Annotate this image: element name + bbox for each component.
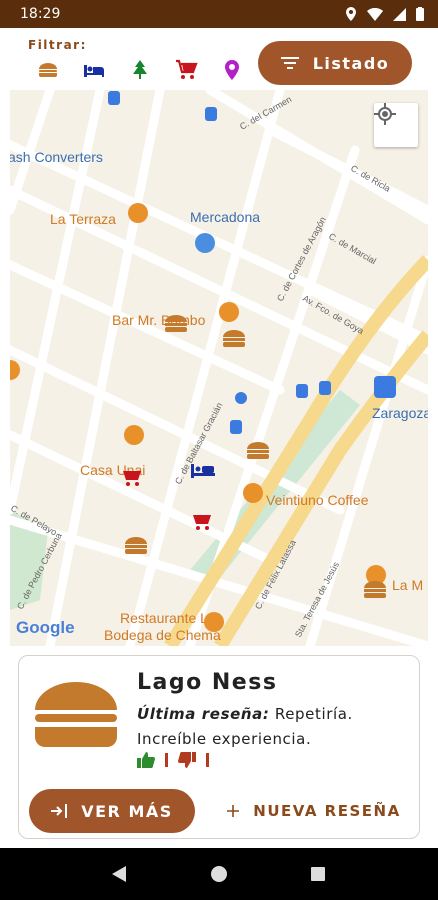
- current-location-dot: [235, 392, 247, 404]
- divider: [165, 753, 168, 767]
- bar-pin-icon[interactable]: [128, 203, 148, 223]
- listado-label: Listado: [312, 53, 390, 73]
- my-location-button[interactable]: [374, 103, 418, 147]
- cafe-pin-icon[interactable]: [243, 483, 263, 503]
- filter-label: Filtrar:: [28, 38, 87, 52]
- burger-marker-icon[interactable]: [125, 537, 147, 554]
- bus-stop-icon[interactable]: [296, 384, 308, 398]
- poi-label-mercadona: Mercadona: [190, 209, 260, 225]
- last-review: Última reseña: Repetiría. Increíble expe…: [137, 702, 413, 752]
- battery-icon: [416, 7, 424, 21]
- recents-icon[interactable]: [310, 866, 326, 882]
- google-logo: Google: [16, 618, 75, 637]
- burger-marker-icon[interactable]: [223, 330, 245, 347]
- bus-stop-icon[interactable]: [205, 107, 217, 121]
- restaurant-pin-icon[interactable]: [124, 425, 144, 445]
- place-title: Lago Ness: [137, 670, 278, 695]
- crosshair-icon: [374, 103, 396, 125]
- signal-icon: [393, 7, 406, 21]
- home-icon[interactable]: [210, 866, 227, 882]
- vote-row: [137, 752, 209, 768]
- status-bar: 18:29: [0, 0, 438, 28]
- filter-list-icon: [280, 57, 299, 69]
- poi-label-la-m: La M: [392, 577, 423, 593]
- last-review-label: Última reseña:: [137, 705, 270, 723]
- thumbs-down-icon[interactable]: [178, 752, 196, 768]
- restaurant-pin-icon[interactable]: [219, 302, 239, 322]
- ver-mas-label: VER MÁS: [81, 801, 173, 821]
- divider: [206, 753, 209, 767]
- plus-icon: [227, 805, 240, 817]
- filter-icons: [36, 58, 244, 82]
- supermarket-pin-icon[interactable]: [195, 233, 215, 253]
- burger-icon[interactable]: [36, 58, 60, 82]
- map-view[interactable]: C. del Carmen C. de Ricla C. de Cortes d…: [10, 90, 428, 646]
- bus-stop-icon[interactable]: [319, 381, 331, 395]
- thumbs-up-icon[interactable]: [137, 752, 155, 768]
- ver-mas-button[interactable]: VER MÁS: [29, 789, 195, 833]
- burger-marker-icon[interactable]: [247, 442, 269, 459]
- poi-label-restaurante-1: Restaurante La: [120, 610, 216, 626]
- poi-label-zaragoza: Zaragoza: [372, 405, 428, 421]
- poi-label-terraza: La Terraza: [50, 211, 116, 227]
- nueva-resena-label: NUEVA RESEÑA: [253, 802, 401, 820]
- filter-header: Filtrar: Listado: [0, 28, 438, 90]
- system-nav-bar: [0, 848, 438, 900]
- cart-icon[interactable]: [174, 58, 198, 82]
- poi-label-restaurante-2: Bodega de Chema: [104, 627, 221, 643]
- bus-stop-icon[interactable]: [230, 420, 242, 434]
- open-details-icon: [51, 804, 68, 818]
- restaurant-pin-icon[interactable]: [204, 612, 224, 632]
- location-icon: [346, 7, 356, 21]
- burger-icon: [35, 682, 117, 747]
- listado-button[interactable]: Listado: [258, 41, 412, 85]
- status-icons: [345, 7, 424, 21]
- nueva-resena-button[interactable]: NUEVA RESEÑA: [219, 789, 409, 833]
- poi-label-cash: ash Converters: [10, 149, 103, 165]
- train-station-icon[interactable]: [374, 376, 396, 398]
- clock: 18:29: [20, 6, 61, 22]
- pin-icon[interactable]: [220, 58, 244, 82]
- burger-marker-icon[interactable]: [364, 581, 386, 598]
- bed-icon[interactable]: [82, 58, 106, 82]
- poi-label-barmr: Bar Mr. Bambo: [112, 312, 206, 328]
- place-card[interactable]: Lago Ness Última reseña: Repetiría. Incr…: [18, 655, 420, 839]
- bus-stop-icon[interactable]: [108, 91, 120, 105]
- burger-marker-icon[interactable]: [165, 315, 187, 332]
- tree-icon[interactable]: [128, 58, 152, 82]
- wifi-icon: [367, 7, 383, 21]
- back-icon[interactable]: [111, 866, 128, 882]
- poi-label-veintiuno: Veintiuno Coffee: [266, 492, 369, 508]
